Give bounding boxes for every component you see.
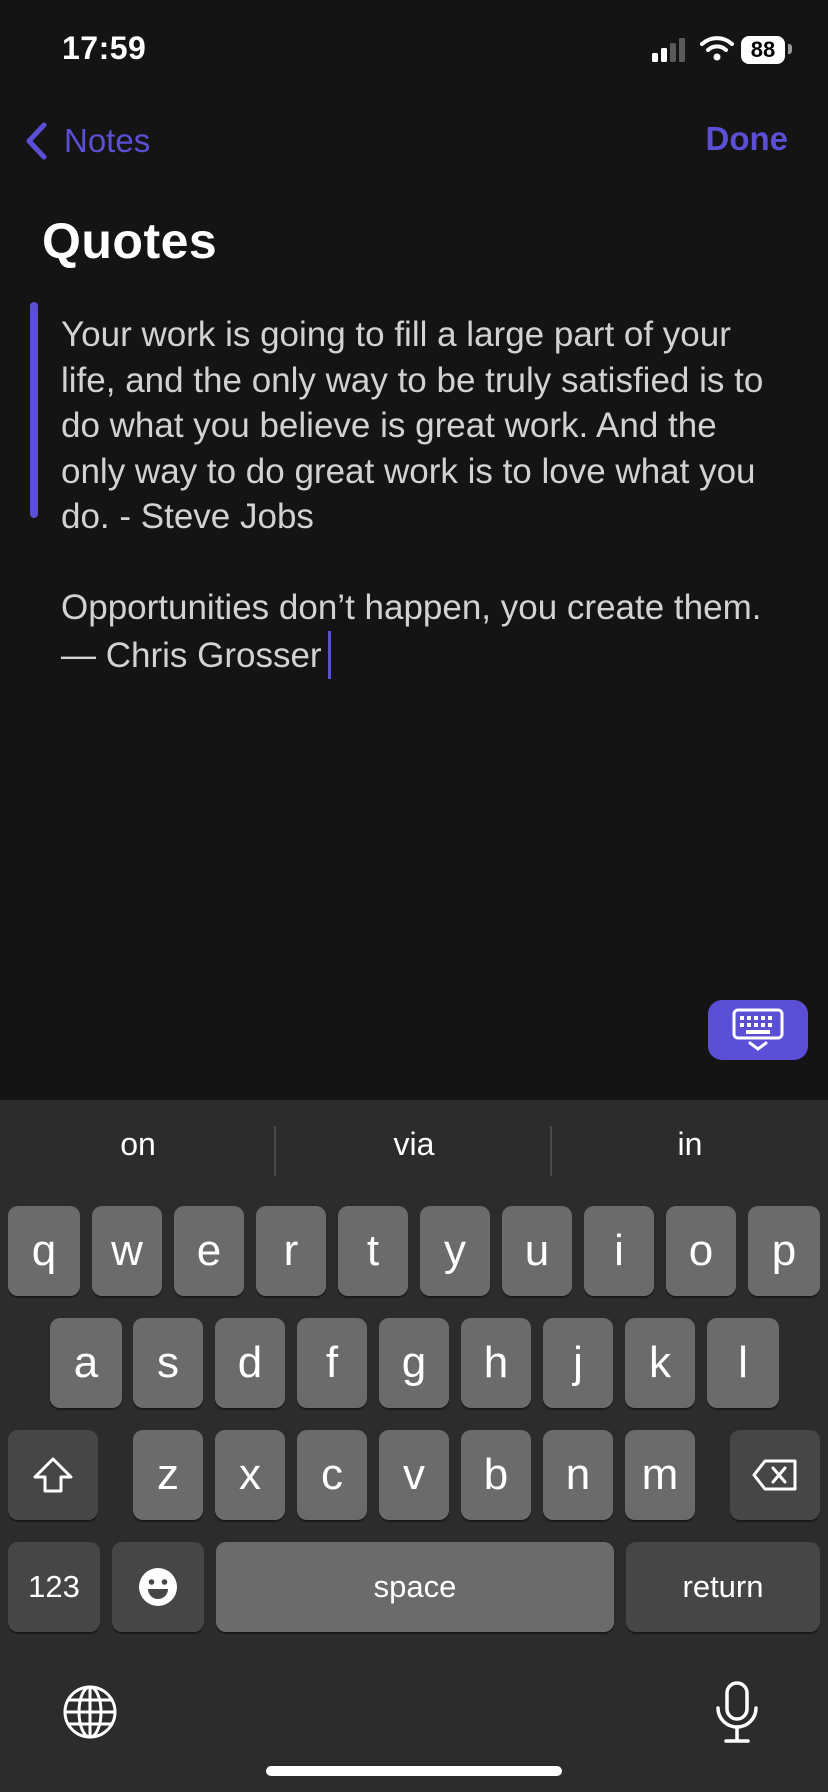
- globe-icon[interactable]: [62, 1684, 118, 1740]
- key-s[interactable]: s: [133, 1318, 203, 1408]
- note-paragraph[interactable]: Your work is going to fill a large part …: [61, 312, 781, 540]
- cellular-signal-icon: [652, 38, 685, 62]
- suggestion-via[interactable]: via: [276, 1126, 552, 1163]
- key-t[interactable]: t: [338, 1206, 408, 1296]
- key-m[interactable]: m: [625, 1430, 695, 1520]
- suggestion-on[interactable]: on: [0, 1126, 276, 1163]
- key-z[interactable]: z: [133, 1430, 203, 1520]
- back-button-label: Notes: [64, 122, 151, 159]
- battery-tip: [788, 44, 792, 54]
- text-caret: [327, 630, 331, 679]
- key-n[interactable]: n: [543, 1430, 613, 1520]
- wifi-icon: [700, 36, 734, 61]
- key-d[interactable]: d: [215, 1318, 285, 1408]
- key-c[interactable]: c: [297, 1430, 367, 1520]
- key-l[interactable]: l: [707, 1318, 779, 1408]
- keyboard-dismiss-button[interactable]: [708, 1000, 808, 1060]
- blockquote-bar: [30, 302, 38, 518]
- keyboard-hide-icon: [732, 1008, 784, 1051]
- note-paragraph[interactable]: Opportunities don’t happen, you create t…: [61, 585, 781, 679]
- key-w[interactable]: w: [92, 1206, 162, 1296]
- space-key[interactable]: space: [216, 1542, 614, 1632]
- numbers-key[interactable]: 123: [8, 1542, 100, 1632]
- backspace-icon: [752, 1459, 797, 1491]
- home-indicator: [266, 1766, 562, 1776]
- note-paragraph-text[interactable]: Opportunities don’t happen, you create t…: [61, 588, 761, 675]
- key-h[interactable]: h: [461, 1318, 531, 1408]
- emoji-icon: [139, 1568, 177, 1606]
- delete-key[interactable]: [730, 1430, 820, 1520]
- back-button[interactable]: Notes: [24, 116, 150, 166]
- emoji-key[interactable]: [112, 1542, 204, 1632]
- key-u[interactable]: u: [502, 1206, 572, 1296]
- key-g[interactable]: g: [379, 1318, 449, 1408]
- key-x[interactable]: x: [215, 1430, 285, 1520]
- key-o[interactable]: o: [666, 1206, 736, 1296]
- key-q[interactable]: q: [8, 1206, 80, 1296]
- key-j[interactable]: j: [543, 1318, 613, 1408]
- chevron-left-icon: [26, 122, 47, 160]
- key-v[interactable]: v: [379, 1430, 449, 1520]
- note-body-editor[interactable]: Your work is going to fill a large part …: [61, 312, 781, 679]
- key-b[interactable]: b: [461, 1430, 531, 1520]
- key-p[interactable]: p: [748, 1206, 820, 1296]
- shift-icon: [33, 1457, 73, 1493]
- key-k[interactable]: k: [625, 1318, 695, 1408]
- key-y[interactable]: y: [420, 1206, 490, 1296]
- key-r[interactable]: r: [256, 1206, 326, 1296]
- key-i[interactable]: i: [584, 1206, 654, 1296]
- shift-key[interactable]: [8, 1430, 98, 1520]
- done-button[interactable]: Done: [706, 120, 789, 158]
- microphone-icon[interactable]: [712, 1680, 762, 1746]
- note-title[interactable]: Quotes: [42, 212, 217, 270]
- key-f[interactable]: f: [297, 1318, 367, 1408]
- return-key[interactable]: return: [626, 1542, 820, 1632]
- suggestion-in[interactable]: in: [552, 1126, 828, 1163]
- key-a[interactable]: a: [50, 1318, 122, 1408]
- status-time: 17:59: [62, 30, 147, 66]
- key-e[interactable]: e: [174, 1206, 244, 1296]
- battery-indicator: 88: [741, 36, 785, 64]
